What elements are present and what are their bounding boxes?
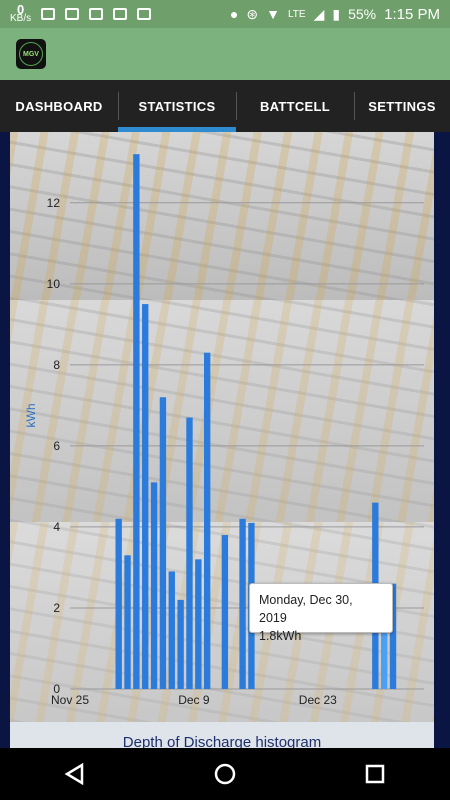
home-button[interactable] (195, 754, 255, 794)
x-tick-label: Dec 9 (178, 693, 210, 707)
tab-bar: DASHBOARD STATISTICS BATTCELL SETTINGS (0, 80, 450, 132)
network-speed-unit: KB/s (10, 13, 32, 24)
chart-bar (142, 304, 149, 689)
home-icon (214, 763, 236, 785)
x-tick-label: Nov 25 (51, 693, 89, 707)
chart-bar (115, 518, 122, 689)
email-icon (137, 8, 152, 20)
recents-button[interactable] (345, 754, 405, 794)
network-type: LTE (287, 8, 306, 20)
tab-statistics[interactable]: STATISTICS (118, 80, 236, 132)
y-tick-label: 10 (47, 277, 61, 291)
y-tick-label: 4 (53, 520, 60, 534)
chart-bar (203, 352, 211, 689)
chart-bar (150, 482, 158, 689)
battery-level: 55% (348, 6, 377, 22)
image-icon (113, 8, 128, 20)
tab-dashboard[interactable]: DASHBOARD (0, 80, 118, 132)
energy-chart-card: 0 2 4 6 8 10 12 Nov 25 Dec 9 Dec 23 kWh Monday, De… (10, 132, 434, 722)
tab-settings[interactable]: SETTINGS (354, 80, 450, 132)
location-icon: ● (229, 6, 239, 22)
chart-tooltip: Monday, Dec 30, 2019 1.8kWh (249, 583, 393, 643)
y-axis-title: kWh (24, 404, 38, 428)
navigation-bar (0, 748, 450, 800)
app-logo[interactable]: MGV (16, 39, 46, 69)
network-speed: 0 KB/s (10, 3, 32, 24)
tab-battcell[interactable]: BATTCELL (236, 80, 354, 132)
app-logo-text: MGV (19, 42, 43, 66)
chart-bar (168, 571, 175, 689)
y-tick-label: 2 (53, 601, 60, 615)
clock: 1:15 PM (384, 5, 440, 23)
chart-bar (124, 555, 131, 689)
back-button[interactable] (45, 754, 105, 794)
x-tick-label: Dec 23 (299, 693, 337, 707)
chart-bar (221, 535, 229, 689)
news-icon (65, 8, 80, 20)
chart-bar (177, 599, 184, 689)
app-bar: MGV (0, 28, 450, 80)
statistics-content[interactable]: 0 2 4 6 8 10 12 Nov 25 Dec 9 Dec 23 kWh Monday, De… (0, 132, 450, 748)
status-bar: 0 KB/s ● ⊛ ▼ LTE ◢ ▮ 55% 1:15 PM (0, 0, 450, 28)
tooltip-date: Monday, Dec 30, 2019 (259, 593, 353, 625)
recents-icon (365, 764, 385, 784)
mail-icon (89, 8, 104, 20)
wifi-icon: ▼ (266, 6, 280, 22)
y-tick-label: 8 (53, 358, 60, 372)
chart-bar (195, 559, 202, 689)
chart-bar (133, 154, 140, 690)
y-tick-label: 12 (47, 196, 61, 210)
back-icon (64, 763, 84, 785)
dod-histogram-card: Depth of Discharge histogram (10, 722, 434, 748)
battery-icon: ▮ (332, 5, 341, 22)
dod-histogram-title: Depth of Discharge histogram (122, 734, 322, 748)
chart-bar (159, 397, 167, 689)
tooltip-value: 1.8kWh (259, 629, 302, 643)
chart-bar (186, 417, 193, 689)
signal-icon: ◢ (313, 5, 325, 22)
message-icon (41, 8, 56, 20)
y-tick-label: 6 (53, 439, 60, 453)
chart-bar (239, 518, 246, 689)
bluetooth-icon: ⊛ (246, 5, 259, 22)
